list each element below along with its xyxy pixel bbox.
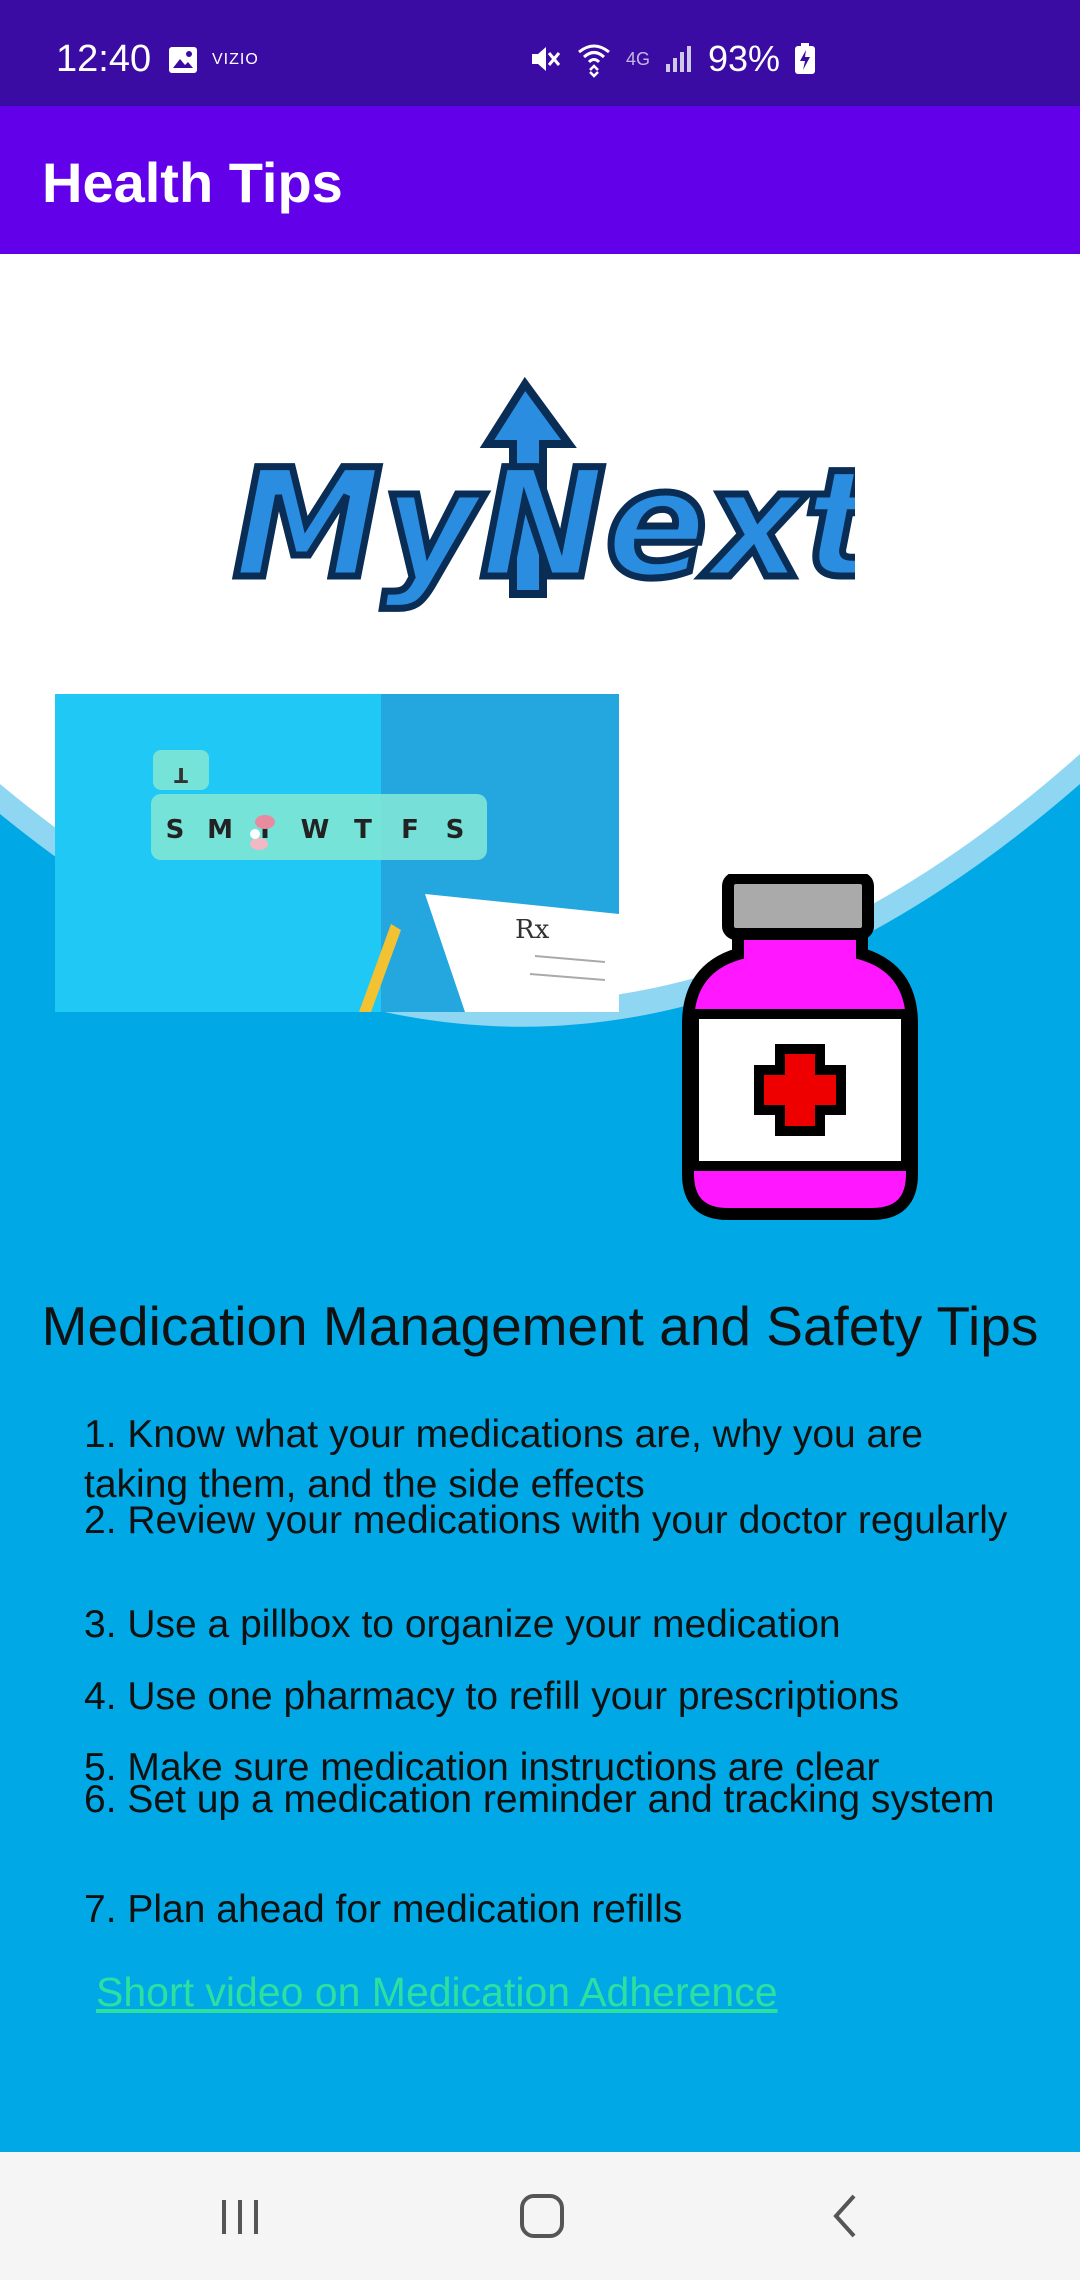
pill-day-2: M <box>207 815 233 845</box>
medicine-bottle-icon <box>682 874 918 1220</box>
mute-icon <box>532 47 561 71</box>
app-bar: Health Tips <box>0 106 1080 254</box>
wifi-icon <box>578 44 610 78</box>
back-icon[interactable] <box>816 2186 876 2246</box>
pill-day-6: F <box>401 815 419 845</box>
navigation-bar <box>0 2152 1080 2280</box>
status-right-icons: 4G 93% <box>528 38 816 80</box>
network-type: 4G <box>626 48 651 69</box>
content-area[interactable]: MyNextLvL T S M T W T F S Rx <box>0 254 1080 2152</box>
tip-4: 4. Use one pharmacy to refill your presc… <box>84 1675 900 1718</box>
logo-text: MyNextLvL <box>233 438 855 612</box>
tip-1: 1. Know what your medications are, why y… <box>84 1413 923 1506</box>
app-title: Health Tips <box>42 151 343 214</box>
tip-3: 3. Use a pillbox to organize your medica… <box>84 1603 841 1646</box>
tips-heading: Medication Management and Safety Tips <box>41 1295 1039 1357</box>
status-bar: 12:40 VIZIO 4G 93% <box>0 0 1080 106</box>
pill-organizer-image: T S M T W T F S Rx <box>55 694 619 1012</box>
tip-2: 2. Review your medications with your doc… <box>84 1499 1008 1542</box>
pill-day-4: W <box>301 815 330 845</box>
home-icon[interactable] <box>512 2186 572 2246</box>
pill-lid-label: T <box>174 763 188 787</box>
gallery-icon <box>169 47 197 73</box>
tip-6: 6. Set up a medication reminder and trac… <box>84 1778 995 1821</box>
medication-adherence-video-link[interactable]: Short video on Medication Adherence <box>96 1969 778 2016</box>
signal-icon <box>666 46 692 72</box>
vizio-icon: VIZIO <box>212 51 259 68</box>
battery-percent: 93% <box>708 38 781 79</box>
pill-day-7: S <box>446 815 465 845</box>
status-time: 12:40 <box>56 38 152 80</box>
tip-7: 7. Plan ahead for medication refills <box>84 1888 683 1931</box>
battery-charging-icon <box>795 43 816 74</box>
pill-day-1: S <box>166 815 185 845</box>
status-left-icons: VIZIO <box>168 46 259 74</box>
recent-apps-icon[interactable] <box>210 2186 270 2246</box>
mynextlvl-logo: MyNextLvL <box>230 376 855 616</box>
prescription-rx: Rx <box>515 915 550 945</box>
pill-day-5: T <box>354 815 372 845</box>
